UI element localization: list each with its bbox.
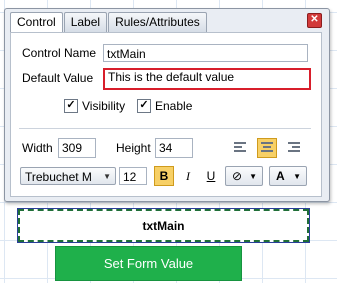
bold-button[interactable]: B	[154, 166, 174, 186]
enable-checkbox[interactable]: ✓ Enable	[137, 99, 192, 113]
default-value-label: Default Value	[22, 71, 94, 85]
width-input[interactable]: 309	[58, 138, 96, 158]
visibility-checkbox[interactable]: ✓ Visibility	[64, 99, 125, 113]
chevron-down-icon: ▼	[103, 172, 111, 181]
font-color-icon: A	[276, 169, 285, 183]
tab-label[interactable]: Label	[63, 12, 108, 32]
chevron-down-icon: ▼	[249, 172, 257, 181]
tab-control[interactable]: Control	[10, 12, 63, 33]
set-form-value-label: Set Form Value	[103, 256, 194, 271]
set-form-value-button[interactable]: Set Form Value	[55, 246, 242, 281]
enable-label: Enable	[155, 99, 193, 113]
italic-button[interactable]: I	[178, 166, 198, 186]
fill-color-button[interactable]: ⊘ ▼	[225, 166, 263, 186]
default-value-input[interactable]: This is the default value	[103, 68, 311, 90]
height-input[interactable]: 34	[155, 138, 193, 158]
tab-rules-attributes[interactable]: Rules/Attributes	[108, 12, 207, 32]
underline-button[interactable]: U	[201, 166, 221, 186]
font-family-value: Trebuchet M	[25, 170, 92, 184]
font-size-input[interactable]: 12	[119, 167, 147, 185]
control-properties: Control Name txtMain Default Value This …	[10, 32, 322, 197]
align-center-icon[interactable]	[257, 138, 277, 158]
visibility-label: Visibility	[82, 99, 126, 113]
control-name-input[interactable]: txtMain	[103, 44, 308, 62]
txtmain-textbox[interactable]: txtMain	[17, 208, 310, 243]
fill-color-icon: ⊘	[232, 169, 243, 183]
chevron-down-icon: ▼	[293, 172, 301, 181]
height-label: Height	[116, 141, 151, 155]
align-right-icon[interactable]	[284, 138, 304, 158]
property-panel: Control Label Rules/Attributes ✕ Control…	[4, 8, 330, 202]
control-name-label: Control Name	[22, 46, 97, 60]
font-color-button[interactable]: A ▼	[269, 166, 307, 186]
tab-bar: Control Label Rules/Attributes	[10, 12, 208, 33]
font-family-select[interactable]: Trebuchet M ▼	[20, 167, 116, 185]
close-icon[interactable]: ✕	[307, 13, 322, 28]
visibility-check-icon[interactable]: ✓	[64, 99, 78, 113]
width-label: Width	[22, 141, 53, 155]
section-divider	[19, 128, 311, 129]
txtmain-label: txtMain	[142, 218, 185, 233]
align-left-icon[interactable]	[230, 138, 250, 158]
enable-check-icon[interactable]: ✓	[137, 99, 151, 113]
